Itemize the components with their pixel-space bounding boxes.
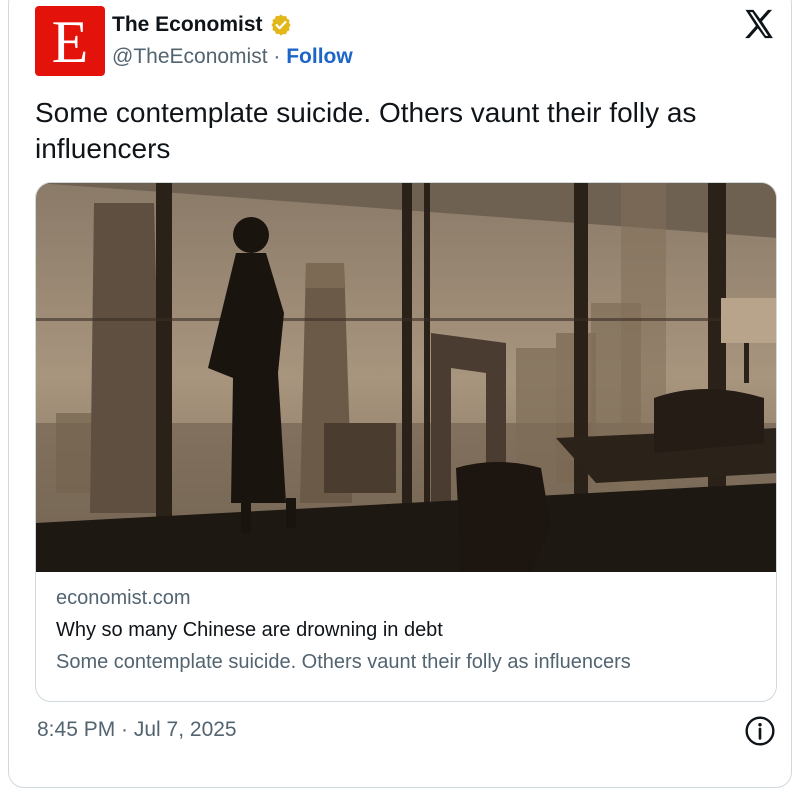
handle-row: @TheEconomist · Follow <box>112 45 353 69</box>
avatar[interactable]: E <box>35 6 105 76</box>
link-description: Some contemplate suicide. Others vaunt t… <box>56 651 631 673</box>
avatar-letter: E <box>51 9 89 75</box>
tweet-text: Some contemplate suicide. Others vaunt t… <box>35 97 697 164</box>
info-icon[interactable] <box>744 715 776 747</box>
tweet-card: E The Economist @TheEconomist · Follow S… <box>8 0 792 788</box>
article-photo <box>36 183 776 572</box>
link-domain: economist.com <box>56 587 191 609</box>
tweet-timestamp[interactable]: 8:45 PM · Jul 7, 2025 <box>37 718 237 742</box>
link-preview-card[interactable]: economist.com Why so many Chinese are dr… <box>35 182 777 702</box>
x-logo-icon[interactable] <box>742 7 776 41</box>
separator: · <box>267 45 287 68</box>
display-name[interactable]: The Economist <box>112 13 263 37</box>
link-title[interactable]: Why so many Chinese are drowning in debt <box>56 619 631 642</box>
name-row: The Economist <box>112 13 293 37</box>
link-meta: economist.com Why so many Chinese are dr… <box>56 587 631 674</box>
follow-button[interactable]: Follow <box>286 45 353 68</box>
handle[interactable]: @TheEconomist <box>112 45 268 68</box>
verified-badge-icon <box>270 14 291 36</box>
